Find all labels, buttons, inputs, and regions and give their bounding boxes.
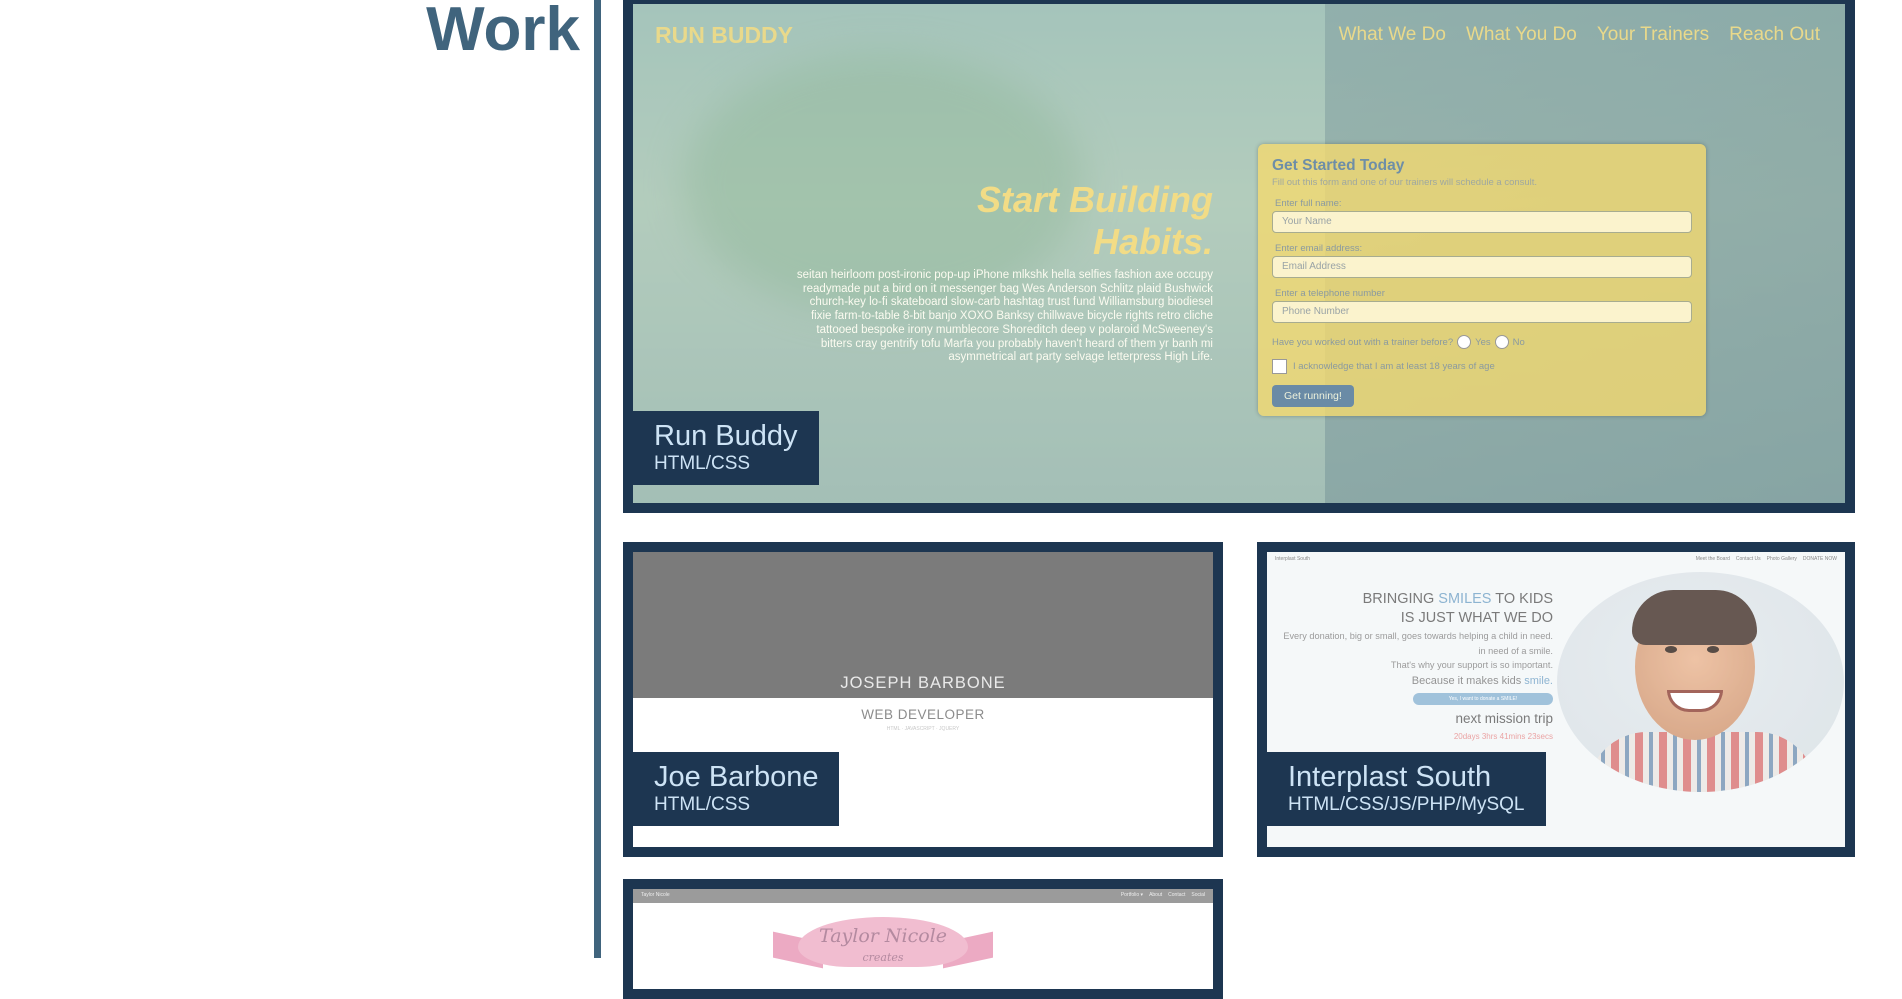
- hero-title-line1: Start Building: [977, 179, 1213, 220]
- radio-yes-icon: [1457, 335, 1472, 349]
- run-buddy-nav-item: What You Do: [1465, 24, 1577, 45]
- jb-name: JOSEPH BARBONE: [840, 674, 1006, 692]
- taylor-logo-text: Taylor Nicole: [819, 925, 947, 947]
- project-title: Run Buddy: [654, 420, 798, 452]
- name-field: Your Name: [1272, 211, 1692, 233]
- phone-label: Enter a telephone number: [1275, 288, 1385, 299]
- name-label: Enter full name:: [1275, 198, 1342, 209]
- project-card-joe-barbone[interactable]: JOSEPH BARBONE WEB DEVELOPER HTML · JAVA…: [623, 542, 1223, 857]
- project-title: Interplast South: [1288, 761, 1492, 793]
- project-label: Interplast South HTML/CSS/JS/PHP/MySQL: [1267, 752, 1546, 826]
- project-card-taylor-nicole[interactable]: Taylor Nicole Portfolio ▾ About Contact …: [623, 879, 1223, 999]
- form-subtitle: Fill out this form and one of our traine…: [1272, 177, 1538, 188]
- phone-field: Phone Number: [1272, 301, 1692, 323]
- get-running-button: Get running!: [1272, 385, 1354, 407]
- taylor-topbar: Taylor Nicole Portfolio ▾ About Contact …: [633, 889, 1213, 903]
- run-buddy-hero: Start Building Habits. seitan heirloom po…: [793, 179, 1213, 365]
- project-tech: HTML/CSS: [654, 453, 751, 474]
- project-label: Joe Barbone HTML/CSS: [633, 752, 840, 826]
- project-screenshot-taylor-nicole: Taylor Nicole Portfolio ▾ About Contact …: [633, 889, 1213, 989]
- checkbox-icon: [1272, 359, 1287, 374]
- project-card-run-buddy[interactable]: RUN BUDDY What We Do What You Do Your Tr…: [623, 0, 1855, 513]
- run-buddy-logo: RUN BUDDY: [655, 22, 793, 48]
- project-card-interplast-south[interactable]: Interplast South Meet the Board Contact …: [1257, 542, 1855, 857]
- project-tech: HTML/CSS/JS/PHP/MySQL: [1288, 794, 1525, 815]
- section-heading-work: Work: [426, 0, 580, 64]
- run-buddy-nav: What We Do What You Do Your Trainers Rea…: [1339, 24, 1820, 46]
- form-title: Get Started Today: [1272, 157, 1405, 174]
- hero-text: seitan heirloom post-ironic pop-up iPhon…: [796, 269, 1213, 364]
- run-buddy-nav-item: What We Do: [1338, 24, 1446, 45]
- email-label: Enter email address:: [1275, 243, 1363, 254]
- age-checkbox-row: I acknowledge that I am at least 18 year…: [1272, 359, 1692, 374]
- radio-no-icon: [1494, 335, 1509, 349]
- trainer-radio-group: Have you worked out with a trainer befor…: [1272, 335, 1525, 349]
- email-field: Email Address: [1272, 256, 1692, 278]
- run-buddy-nav-item: Your Trainers: [1596, 24, 1710, 45]
- project-label: Run Buddy HTML/CSS: [633, 411, 819, 485]
- run-buddy-nav-item: Reach Out: [1729, 24, 1820, 45]
- vertical-divider: [594, 0, 601, 958]
- project-title: Joe Barbone: [654, 761, 819, 793]
- run-buddy-form: Get Started Today Fill out this form and…: [1258, 144, 1706, 416]
- jb-role: WEB DEVELOPER: [861, 707, 985, 722]
- project-tech: HTML/CSS: [654, 794, 751, 815]
- hero-title-line2: Habits.: [1092, 221, 1213, 262]
- jb-skills: HTML · JAVASCRIPT · JQUERY: [886, 726, 960, 732]
